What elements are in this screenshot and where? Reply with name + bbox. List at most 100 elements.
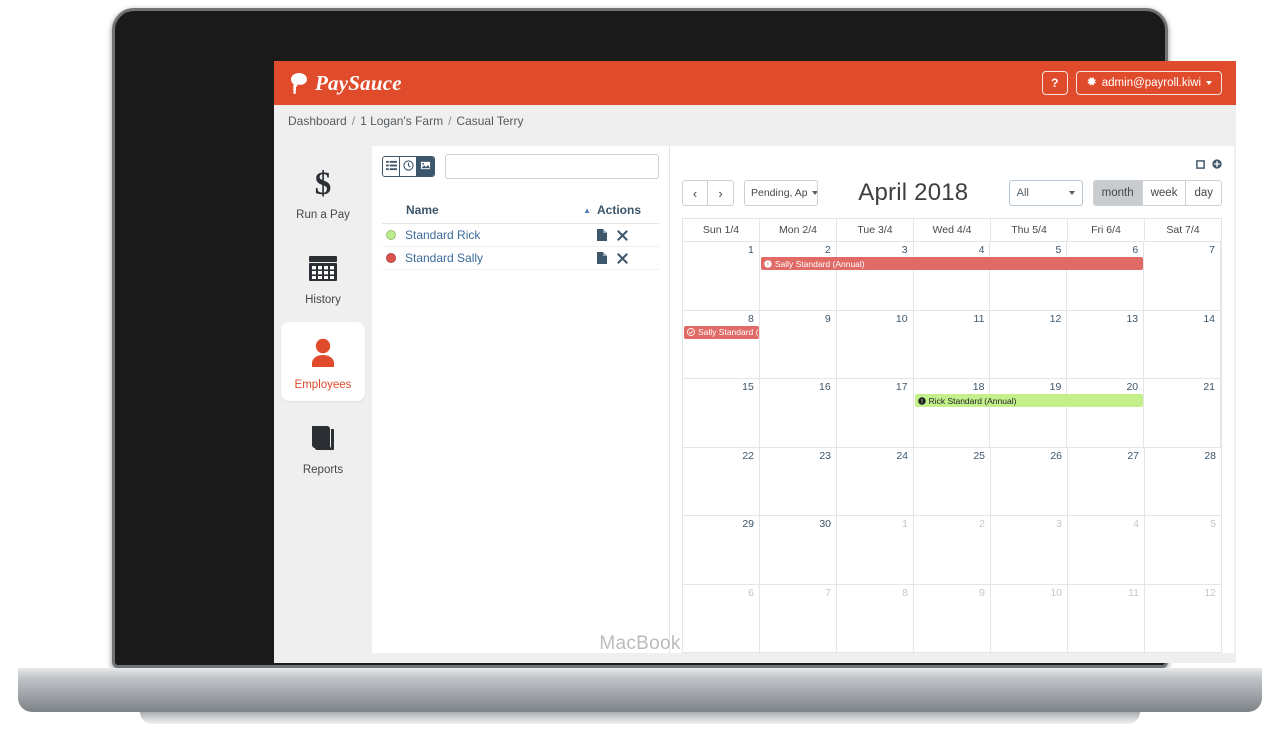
status-dot: [386, 253, 396, 263]
calendar-week: 15 16 17 18 19 20 21! Rick Standard (Annual): [683, 379, 1222, 448]
calendar-day-cell[interactable]: 15: [683, 379, 760, 447]
prev-month-button[interactable]: ‹: [682, 180, 708, 206]
sidebar-item-run-a-pay[interactable]: $ Run a Pay: [281, 152, 365, 231]
calendar-day-cell[interactable]: 4: [914, 242, 991, 310]
calendar-week: 29 30 1 2 3 4 5: [683, 516, 1221, 585]
calendar-day-cell[interactable]: 29: [683, 516, 760, 584]
svg-text:$: $: [315, 167, 332, 199]
breadcrumb-item-employee[interactable]: Casual Terry: [456, 114, 523, 128]
calendar-day-cell[interactable]: 18: [914, 379, 991, 447]
calendar-panel: ‹ › Pending, Ap April 2018 All month wee…: [670, 146, 1234, 653]
calendar-day-cell[interactable]: 17: [837, 379, 914, 447]
calendar-toolbar: ‹ › Pending, Ap April 2018 All month wee…: [682, 178, 1222, 208]
calendar-day-cell[interactable]: 5: [990, 242, 1068, 310]
file-icon[interactable]: [597, 252, 607, 264]
laptop-foot: [140, 712, 1140, 724]
view-toggle-group: [382, 156, 435, 177]
column-header-actions: Actions: [597, 203, 642, 217]
breadcrumb-separator: /: [351, 113, 356, 128]
calendar-week: 1 2 3 4 5 6 7! Sally Standard (Annual): [683, 242, 1222, 311]
calendar-day-cell[interactable]: 12: [990, 310, 1068, 378]
employee-name[interactable]: Standard Rick: [405, 228, 597, 242]
device-label: MacBook: [599, 633, 681, 654]
file-icon[interactable]: [597, 229, 607, 241]
table-row[interactable]: Standard Rick: [382, 224, 659, 247]
calendar-day-cell[interactable]: 16: [760, 379, 837, 447]
sidebar: $ Run a Pay History Employees Reports: [274, 136, 372, 663]
toggle-timeline-view[interactable]: [400, 157, 417, 176]
calendar-day-cell[interactable]: 3: [991, 516, 1068, 584]
calendar-day-cell[interactable]: 24: [837, 447, 914, 515]
status-filter-dropdown[interactable]: Pending, Ap: [744, 180, 818, 206]
breadcrumb-item-dashboard[interactable]: Dashboard: [288, 114, 347, 128]
calendar-event[interactable]: ! Sally Standard (Annual): [760, 257, 1144, 270]
employee-toolbar: [382, 154, 659, 179]
calendar-day-cell[interactable]: 19: [990, 379, 1068, 447]
square-icon[interactable]: [1196, 159, 1205, 169]
calendar-day-cell[interactable]: 2: [914, 516, 991, 584]
calendar-day-cell[interactable]: 27: [1068, 447, 1145, 515]
view-day-button[interactable]: day: [1186, 181, 1221, 205]
calendar-day-cell[interactable]: 3: [837, 242, 914, 310]
next-month-button[interactable]: ›: [708, 180, 734, 206]
calendar-day-cell[interactable]: 5: [1145, 516, 1221, 584]
calendar-day-cell[interactable]: 10: [837, 310, 914, 378]
calendar-event-label: Rick Standard (Annual): [928, 395, 1017, 406]
employee-name[interactable]: Standard Sally: [405, 251, 597, 265]
sidebar-item-reports[interactable]: Reports: [281, 407, 365, 486]
calendar-day-cell[interactable]: 1: [837, 516, 914, 584]
day-header: Thu 5/4: [991, 219, 1068, 241]
calendar-day-cell[interactable]: 26: [991, 447, 1068, 515]
calendar-day-cell[interactable]: 9: [760, 310, 837, 378]
calendar-day-cell[interactable]: 20: [1067, 379, 1145, 447]
employee-filter-select[interactable]: All: [1008, 180, 1083, 206]
calendar-day-cell[interactable]: 30: [760, 516, 837, 584]
calendar-day-cell[interactable]: 21: [1144, 379, 1222, 447]
calendar-event[interactable]: ! Rick Standard (Annual): [914, 394, 1144, 407]
calendar-day-cell[interactable]: 28: [1145, 448, 1221, 516]
brand-logo[interactable]: PaySauce: [288, 71, 402, 96]
exclamation-circle-dark-icon: !: [917, 396, 926, 405]
calendar-header-icons: [682, 156, 1222, 172]
view-week-button[interactable]: week: [1142, 181, 1187, 205]
calendar-nav: ‹ ›: [682, 180, 734, 206]
account-menu-button[interactable]: admin@payroll.kiwi: [1075, 71, 1222, 95]
calendar-weeks: 1 2 3 4 5 6 7! Sally Standard (Annual) 8 9 10 11 12 1…: [683, 242, 1222, 653]
toggle-calendar-view[interactable]: [417, 157, 434, 176]
day-header: Fri 6/4: [1068, 219, 1145, 241]
list-icon: [385, 158, 397, 176]
calendar-event[interactable]: Sally Standard (: [684, 325, 759, 339]
breadcrumb-item-farm[interactable]: 1 Logan's Farm: [360, 114, 443, 128]
sidebar-item-employees[interactable]: Employees: [281, 322, 365, 401]
search-input[interactable]: [445, 154, 659, 179]
calendar-day-cell[interactable]: 4: [1068, 516, 1145, 584]
content-card: Name ▲ Actions Standard Rick Standard Sa…: [372, 146, 1234, 653]
calendar-day-cell[interactable]: 1: [683, 242, 760, 310]
delete-icon[interactable]: [617, 229, 628, 241]
calendar-day-cell[interactable]: 23: [760, 447, 837, 515]
calendar-day-cell[interactable]: 22: [683, 447, 760, 515]
delete-icon[interactable]: [617, 252, 628, 264]
plus-circle-icon[interactable]: [1212, 159, 1222, 169]
sidebar-item-history[interactable]: History: [281, 237, 365, 316]
toggle-list-view[interactable]: [383, 157, 400, 176]
account-email: admin@payroll.kiwi: [1101, 77, 1201, 89]
calendar-day-cell[interactable]: 25: [914, 447, 991, 515]
table-row[interactable]: Standard Sally: [382, 247, 659, 270]
employee-table-header: Name ▲ Actions: [382, 197, 659, 224]
calendar-day-cell[interactable]: 2: [760, 242, 837, 310]
view-mode-group: month week day: [1092, 180, 1222, 206]
view-month-button[interactable]: month: [1093, 181, 1143, 205]
breadcrumb-separator: /: [448, 113, 452, 128]
column-header-name[interactable]: Name: [386, 203, 583, 217]
chevron-down-icon: [811, 191, 817, 195]
calendar-day-cell[interactable]: 13: [1067, 310, 1145, 378]
calendar-day-cell[interactable]: 8: [683, 310, 760, 378]
calendar-day-cell[interactable]: 7: [1144, 242, 1222, 310]
calendar-day-cell[interactable]: 6: [1067, 242, 1145, 310]
calendar-day-cell[interactable]: 11: [914, 310, 991, 378]
help-button[interactable]: ?: [1041, 71, 1068, 95]
calendar-day-cell[interactable]: 14: [1144, 310, 1222, 378]
day-header: Wed 4/4: [914, 219, 991, 241]
laptop-lid: PaySauce ? admin@payroll.kiwi Dashboard …: [112, 8, 1236, 668]
